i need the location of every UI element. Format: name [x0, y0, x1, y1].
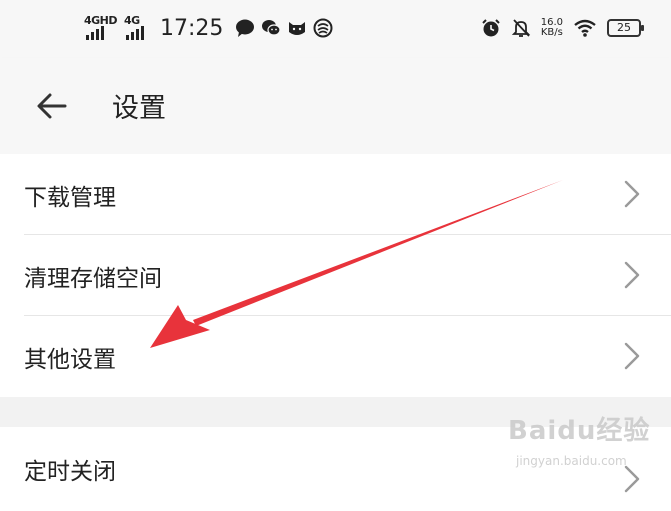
alarm-clock-icon — [482, 19, 500, 37]
watermark-brand: Baidu经验 — [508, 416, 651, 446]
settings-group-1: 下载管理 清理存储空间 其他设置 — [0, 154, 671, 397]
settings-item-label: 清理存储空间 — [24, 265, 162, 292]
settings-item-download-manager[interactable]: 下载管理 — [0, 154, 671, 235]
network-speed-unit: KB/s — [540, 27, 563, 38]
status-time: 17:25 — [160, 15, 224, 41]
wifi-icon — [574, 19, 596, 37]
wechat-icon — [262, 20, 282, 36]
page-title: 设置 — [112, 93, 166, 124]
settings-item-label: 其他设置 — [24, 346, 116, 373]
status-left: 4GHD 4G 17:25 — [84, 10, 333, 46]
network-speed: 16.0 KB/s — [541, 18, 563, 38]
status-bar: 4GHD 4G 17:25 16.0 KB/s 25 — [0, 0, 671, 58]
back-arrow-icon — [37, 93, 67, 119]
watermark-url: jingyan.baidu.com — [516, 454, 627, 468]
settings-item-other-settings[interactable]: 其他设置 — [0, 316, 671, 397]
baidu-watermark: Baidu经验 jingyan.baidu.com — [508, 410, 658, 480]
chevron-right-icon — [624, 342, 640, 370]
china-mobile-icon — [313, 18, 333, 38]
bell-muted-icon — [511, 19, 530, 37]
battery-level: 25 — [617, 21, 631, 34]
app-bar: 设置 — [0, 58, 671, 154]
signal-4ghd-icon: 4GHD — [84, 14, 118, 42]
settings-item-label: 下载管理 — [24, 184, 116, 211]
status-right: 16.0 KB/s 25 — [481, 12, 644, 44]
settings-item-clear-storage[interactable]: 清理存储空间 — [0, 235, 671, 316]
chat-bubble-icon — [236, 19, 255, 37]
settings-item-label: 定时关闭 — [24, 459, 116, 485]
chevron-right-icon — [624, 180, 640, 208]
signal-4g-icon: 4G — [124, 14, 150, 42]
battery-icon: 25 — [607, 19, 644, 37]
chevron-right-icon — [624, 261, 640, 289]
back-button[interactable] — [30, 84, 74, 128]
cat-face-icon — [289, 22, 306, 35]
